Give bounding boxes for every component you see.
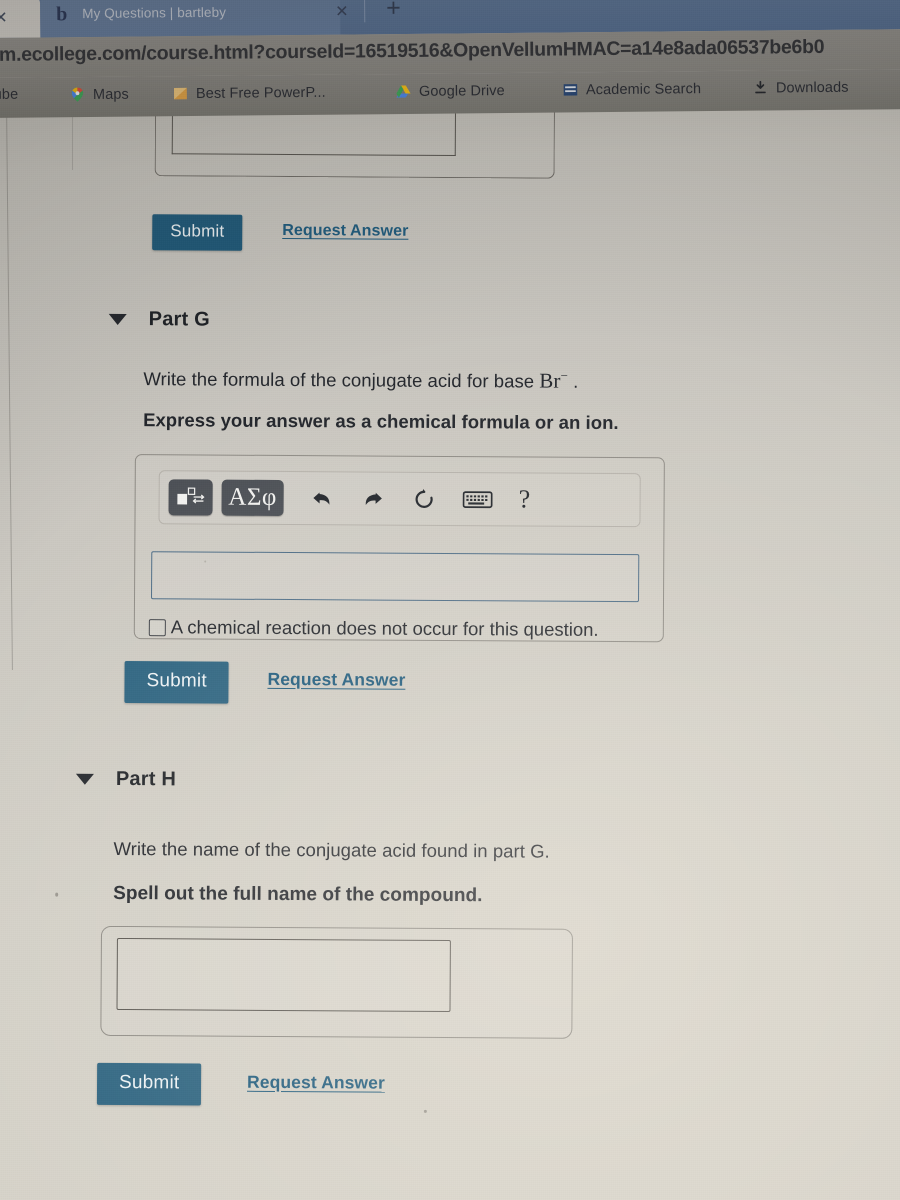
bartleby-favicon-icon: b (56, 3, 68, 26)
active-tab[interactable]: b My Questions | bartleby ✕ (40, 0, 349, 38)
dust-speck (423, 1109, 427, 1113)
active-tab-title: My Questions | bartleby (82, 4, 227, 22)
close-icon[interactable]: ✕ (0, 8, 8, 28)
part-g-submit-button[interactable]: Submit (124, 661, 229, 704)
part-g-question-suffix: . (573, 370, 579, 392)
bookmark-best-free-powerpoint[interactable]: Best Free PowerP... (172, 84, 326, 102)
close-icon[interactable]: ✕ (335, 2, 349, 22)
dust-speck (204, 560, 207, 563)
bookmark-label: Downloads (775, 79, 849, 96)
url-text: ellum.ecollege.com/course.html?courseId=… (0, 35, 825, 67)
part-g-answer-input[interactable] (151, 551, 640, 603)
download-icon (755, 80, 766, 94)
part-g-header[interactable]: Part G (108, 308, 211, 332)
part-h-answer-input[interactable] (116, 937, 451, 1013)
bookmark-google-drive[interactable]: Google Drive (395, 82, 505, 100)
part-h-instruction: Spell out the full name of the compound. (113, 882, 483, 907)
request-answer-label: Request Answer (246, 1071, 385, 1093)
submit-button-label: Submit (96, 1062, 202, 1106)
part-g-no-reaction-row[interactable]: A chemical reaction does not occur for t… (148, 616, 599, 641)
undo-arrow-icon[interactable] (310, 486, 335, 511)
redo-arrow-icon[interactable] (361, 486, 386, 511)
dust-speck (55, 892, 59, 897)
keyboard-icon[interactable] (462, 490, 493, 509)
no-reaction-label: A chemical reaction does not occur for t… (170, 616, 599, 640)
part-h-request-answer-link[interactable]: Request Answer (247, 1072, 385, 1094)
inactive-tab[interactable]: ✕ (0, 0, 41, 39)
no-reaction-checkbox[interactable] (148, 618, 166, 636)
bookmark-label: Best Free PowerP... (195, 84, 326, 102)
bookmark-youtube[interactable]: ouTube (0, 87, 18, 103)
part-h-title: Part H (115, 767, 177, 791)
bookmark-downloads[interactable]: Downloads (752, 79, 849, 97)
request-answer-label: Request Answer (267, 668, 406, 690)
template-glyph (177, 487, 205, 505)
powerpoint-template-icon (174, 87, 187, 100)
request-answer-label: Request Answer (282, 221, 409, 240)
chevron-down-icon[interactable] (108, 313, 127, 326)
template-icon[interactable] (168, 479, 213, 516)
photographed-screen: ✕ b My Questions | bartleby ✕ + ellum.ec… (0, 0, 900, 1200)
browser-chrome: ✕ b My Questions | bartleby ✕ + ellum.ec… (0, 0, 900, 118)
bookmark-academic-search[interactable]: Academic Search (562, 80, 701, 98)
reset-refresh-icon[interactable] (412, 486, 437, 511)
part-g-question: Write the formula of the conjugate acid … (143, 365, 578, 394)
reset-glyph (415, 488, 433, 508)
part-h-question: Write the name of the conjugate acid fou… (113, 837, 550, 862)
academic-search-icon (563, 84, 578, 96)
page-content: Submit Request Answer Part G Write the f… (0, 110, 900, 1200)
help-label: ? (518, 484, 531, 514)
bookmark-label: Academic Search (585, 80, 702, 98)
bookmark-label: Maps (92, 86, 129, 103)
new-tab-button[interactable]: + (386, 0, 401, 22)
google-drive-icon (396, 85, 411, 98)
help-icon[interactable]: ? (518, 484, 531, 514)
part-g-instruction: Express your answer as a chemical formul… (143, 409, 619, 434)
part-g-request-answer-link[interactable]: Request Answer (267, 669, 405, 691)
bookmark-label: ouTube (0, 86, 19, 104)
part-g-question-text: Write the formula of the conjugate acid … (143, 368, 535, 392)
tab-separator (364, 0, 366, 23)
submit-button-label: Submit (124, 661, 229, 704)
keyboard-glyph (462, 490, 493, 508)
submit-button-label: Submit (152, 214, 243, 251)
part-g-math-toolbar: ΑΣφ ? (158, 470, 641, 528)
redo-glyph (365, 492, 382, 505)
part-h-header[interactable]: Part H (75, 767, 177, 792)
previous-part-answer-field[interactable] (171, 110, 457, 157)
part-h-submit-button[interactable]: Submit (96, 1062, 202, 1106)
greek-letters-label: ΑΣφ (228, 483, 277, 511)
greek-letters-button[interactable]: ΑΣφ (221, 479, 284, 516)
chevron-down-icon[interactable] (75, 773, 94, 785)
previous-part-request-answer-link[interactable]: Request Answer (282, 222, 408, 241)
course-page: Submit Request Answer Part G Write the f… (0, 110, 900, 1200)
part-g-question-ion: Br− (539, 367, 568, 393)
google-maps-icon (71, 87, 84, 102)
previous-part-submit-button[interactable]: Submit (152, 214, 243, 251)
part-g-title: Part G (148, 308, 211, 331)
undo-glyph (313, 491, 330, 505)
bookmark-maps[interactable]: Maps (69, 86, 129, 104)
bookmark-label: Google Drive (418, 82, 505, 100)
